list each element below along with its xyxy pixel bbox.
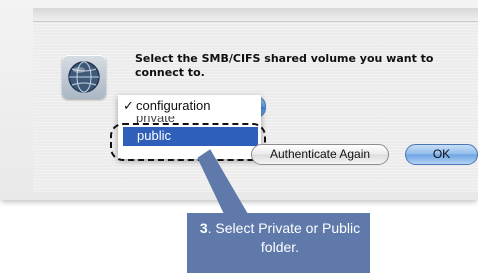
callout-text: 3. Select Private or Public folder. bbox=[191, 219, 369, 257]
callout-step-number: 3 bbox=[199, 220, 208, 236]
callout-instruction: . Select Private or Public folder. bbox=[207, 220, 361, 255]
